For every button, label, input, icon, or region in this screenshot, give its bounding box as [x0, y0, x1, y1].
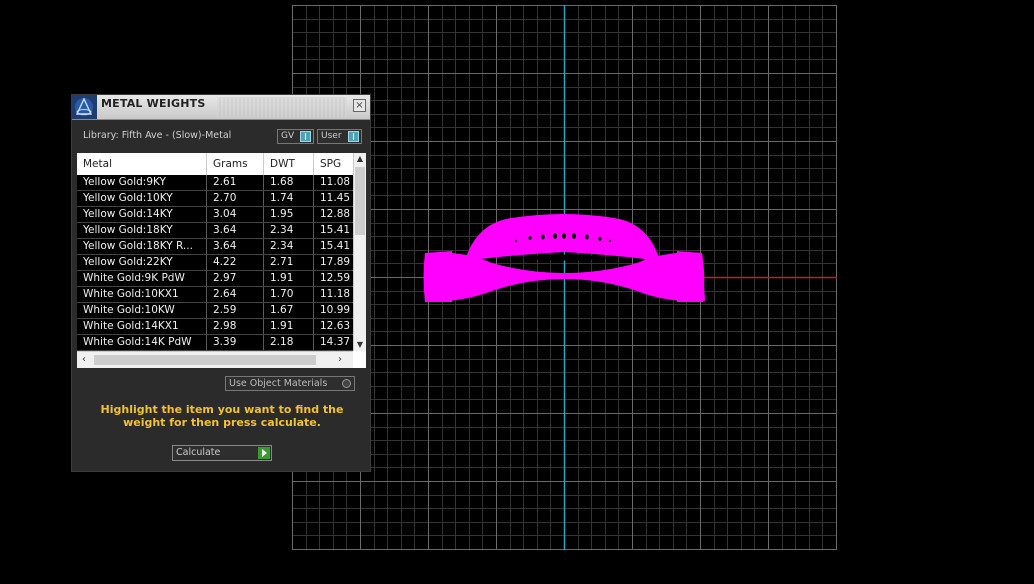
spg-cell: 12.88	[320, 208, 351, 220]
dwt-cell: 1.91	[264, 319, 314, 334]
metal-cell: White Gold:14K PdW	[77, 335, 207, 350]
grams-cell: 4.22	[207, 255, 264, 270]
table-row[interactable]: Yellow Gold:18KY R... 3.64 2.34 15.41	[77, 239, 353, 255]
table-header: Metal Grams DWT SPG	[77, 153, 353, 176]
table-row[interactable]: Yellow Gold:18KY 3.64 2.34 15.41	[77, 223, 353, 239]
user-toggle[interactable]: User	[317, 129, 362, 144]
gv-toggle[interactable]: GV	[277, 129, 314, 144]
toggle-switch-icon	[348, 131, 359, 142]
vertical-scrollbar[interactable]: ▲ ▼	[353, 153, 366, 351]
use-object-materials-toggle[interactable]: Use Object Materials	[225, 376, 355, 391]
dwt-cell: 1.68	[264, 175, 314, 190]
grams-cell: 3.39	[207, 335, 264, 350]
metal-table: Metal Grams DWT SPG Yellow Gold:9KY 2.61 1…	[77, 153, 366, 368]
metal-cell: Yellow Gold:18KY	[77, 223, 207, 238]
spg-cell: 12.59	[320, 272, 351, 284]
table-row[interactable]: White Gold:9K PdW 2.97 1.91 12.59	[77, 271, 353, 287]
metal-cell: White Gold:14KX1	[77, 319, 207, 334]
grams-cell: 2.61	[207, 175, 264, 190]
metal-cell: Yellow Gold:10KY	[77, 191, 207, 206]
grams-cell: 2.59	[207, 303, 264, 318]
spg-cell: 17.89	[320, 256, 351, 268]
titlebar-grip	[217, 97, 347, 117]
use-object-materials-label: Use Object Materials	[229, 378, 328, 389]
user-toggle-label: User	[321, 131, 342, 141]
gv-toggle-label: GV	[281, 131, 295, 141]
metal-cell: Yellow Gold:22KY	[77, 255, 207, 270]
metal-cell: White Gold:10KX1	[77, 287, 207, 302]
dwt-cell: 2.18	[264, 335, 314, 350]
toggle-switch-icon	[300, 131, 311, 142]
chevron-right-icon[interactable]: ›	[333, 352, 347, 368]
spg-cell: 11.18	[320, 288, 351, 300]
grams-cell: 2.97	[207, 271, 264, 286]
dwt-cell: 2.34	[264, 239, 314, 254]
dwt-cell: 2.34	[264, 223, 314, 238]
dwt-cell: 1.74	[264, 191, 314, 206]
dwt-cell: 1.91	[264, 271, 314, 286]
radio-icon	[342, 379, 351, 388]
dwt-cell: 2.71	[264, 255, 314, 270]
grams-cell: 2.98	[207, 319, 264, 334]
dwt-cell: 1.95	[264, 207, 314, 222]
spg-cell: 11.08	[320, 176, 351, 188]
ring-model[interactable]	[292, 5, 837, 550]
table-row[interactable]: Yellow Gold:9KY 2.61 1.68 11.08	[77, 175, 353, 191]
grams-cell: 2.64	[207, 287, 264, 302]
app-logo-icon	[72, 95, 97, 119]
table-row[interactable]: White Gold:14K PdW 3.39 2.18 14.37	[77, 335, 353, 351]
spg-cell: 10.99	[320, 304, 351, 316]
metal-cell: Yellow Gold:14KY	[77, 207, 207, 222]
metal-cell: White Gold:10KW	[77, 303, 207, 318]
dwt-cell: 1.67	[264, 303, 314, 318]
table-row[interactable]: White Gold:14KX1 2.98 1.91 12.63	[77, 319, 353, 335]
dwt-cell: 1.70	[264, 287, 314, 302]
spg-cell: 11.45	[320, 192, 351, 204]
spg-cell: 14.37	[320, 336, 351, 348]
calculate-label: Calculate	[176, 447, 221, 458]
panel-title: METAL WEIGHTS	[101, 97, 206, 110]
close-icon[interactable]: ×	[353, 99, 366, 112]
panel-titlebar[interactable]: METAL WEIGHTS ×	[72, 95, 370, 120]
grams-cell: 3.64	[207, 223, 264, 238]
table-body: Yellow Gold:9KY 2.61 1.68 11.08 Yellow Gold:…	[77, 175, 353, 351]
table-row[interactable]: White Gold:10KW 2.59 1.67 10.99	[77, 303, 353, 319]
table-row[interactable]: Yellow Gold:22KY 4.22 2.71 17.89	[77, 255, 353, 271]
3d-viewport[interactable]	[292, 5, 837, 550]
instruction-text: Highlight the item you want to find the …	[100, 403, 344, 429]
metal-cell: Yellow Gold:18KY R...	[77, 239, 207, 254]
table-row[interactable]: White Gold:10KX1 2.64 1.70 11.18	[77, 287, 353, 303]
play-icon	[258, 447, 270, 459]
chevron-down-icon[interactable]: ▼	[354, 339, 366, 351]
metal-cell: Yellow Gold:9KY	[77, 175, 207, 190]
vertical-scroll-thumb[interactable]	[355, 167, 365, 235]
table-row[interactable]: Yellow Gold:14KY 3.04 1.95 12.88	[77, 207, 353, 223]
spg-cell: 15.41	[320, 224, 351, 236]
spg-cell: 15.41	[320, 240, 351, 252]
horizontal-scroll-thumb[interactable]	[94, 355, 316, 365]
metal-cell: White Gold:9K PdW	[77, 271, 207, 286]
column-header-grams[interactable]: Grams	[207, 153, 264, 175]
grams-cell: 3.64	[207, 239, 264, 254]
chevron-left-icon[interactable]: ‹	[77, 352, 91, 368]
grams-cell: 3.04	[207, 207, 264, 222]
spg-cell: 12.63	[320, 320, 351, 332]
metal-weights-panel: METAL WEIGHTS × Library: Fifth Ave - (Sl…	[71, 94, 371, 472]
calculate-button[interactable]: Calculate	[172, 445, 272, 461]
table-row[interactable]: Yellow Gold:10KY 2.70 1.74 11.45	[77, 191, 353, 207]
column-header-metal[interactable]: Metal	[77, 153, 207, 175]
library-label: Library: Fifth Ave - (Slow)-Metal	[83, 130, 232, 141]
grams-cell: 2.70	[207, 191, 264, 206]
column-header-spg[interactable]: SPG	[314, 153, 353, 175]
column-header-dwt[interactable]: DWT	[264, 153, 314, 175]
chevron-up-icon[interactable]: ▲	[354, 153, 366, 165]
horizontal-scrollbar[interactable]: ‹ ›	[77, 351, 353, 368]
